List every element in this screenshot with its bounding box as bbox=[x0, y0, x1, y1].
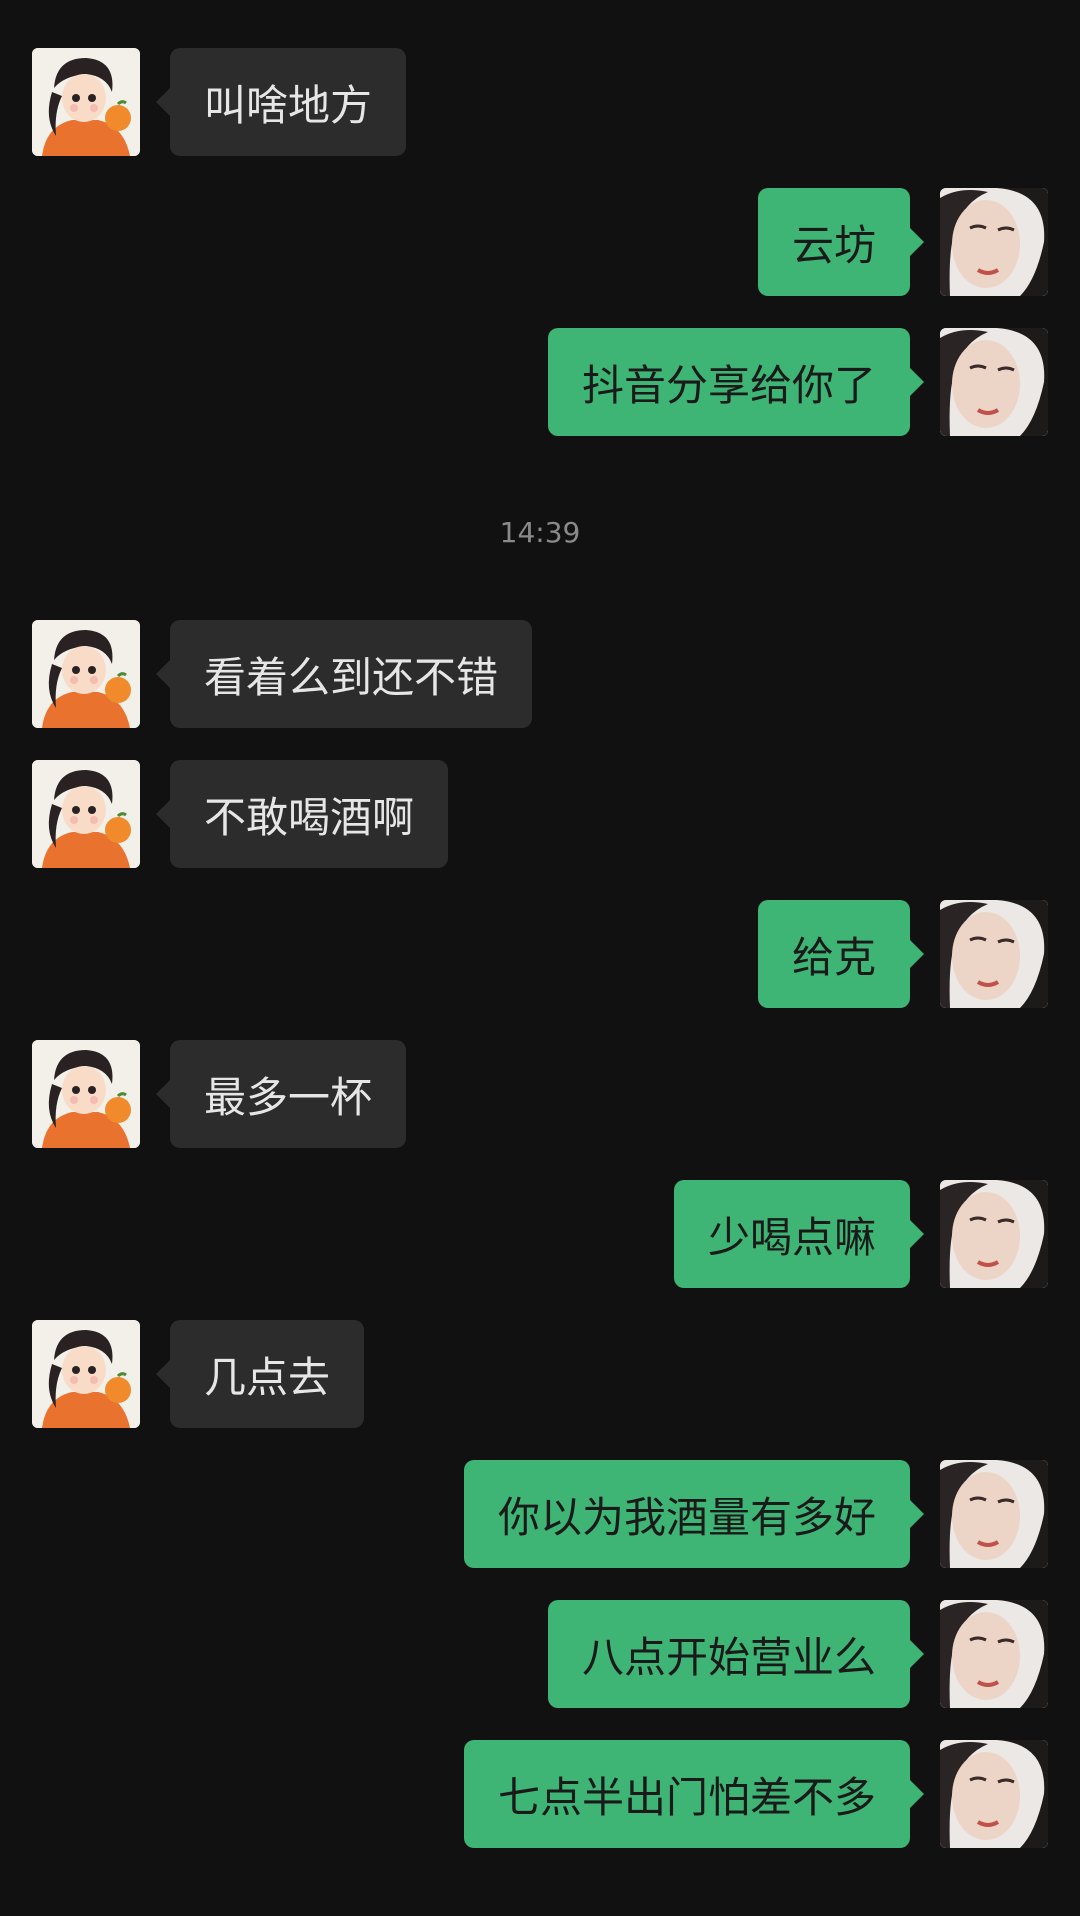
self-avatar-icon[interactable] bbox=[940, 1180, 1048, 1288]
message-bubble-outgoing[interactable]: 给克 bbox=[757, 900, 925, 1008]
message-text: 少喝点嘛 bbox=[707, 1212, 876, 1262]
message-row-incoming: 叫啥地方 bbox=[0, 48, 1080, 156]
contact-avatar-icon[interactable] bbox=[32, 620, 140, 728]
message-bubble-incoming[interactable]: 看着么到还不错 bbox=[155, 620, 533, 728]
message-text: 云坊 bbox=[791, 220, 876, 270]
self-avatar-icon[interactable] bbox=[940, 1460, 1048, 1568]
message-text: 看着么到还不错 bbox=[204, 652, 499, 702]
self-avatar-icon[interactable] bbox=[940, 188, 1048, 296]
message-row-outgoing: 给克 bbox=[0, 900, 1080, 1008]
chat-view[interactable]: 叫啥地方 云坊 抖音分享给你了 14:39 看着么到还不错 不敢喝酒啊 给克 最… bbox=[0, 0, 1080, 1916]
message-timestamp: 14:39 bbox=[499, 516, 581, 549]
message-row-outgoing: 你以为我酒量有多好 bbox=[0, 1460, 1080, 1568]
message-text: 不敢喝酒啊 bbox=[204, 792, 415, 842]
message-text: 八点开始营业么 bbox=[581, 1632, 876, 1682]
message-row-outgoing: 云坊 bbox=[0, 188, 1080, 296]
message-row-incoming: 最多一杯 bbox=[0, 1040, 1080, 1148]
self-avatar-icon[interactable] bbox=[940, 328, 1048, 436]
message-row-outgoing: 七点半出门怕差不多 bbox=[0, 1740, 1080, 1848]
message-text: 抖音分享给你了 bbox=[581, 360, 876, 410]
message-bubble-incoming[interactable]: 几点去 bbox=[155, 1320, 365, 1428]
contact-avatar-icon[interactable] bbox=[32, 1320, 140, 1428]
message-row-outgoing: 八点开始营业么 bbox=[0, 1600, 1080, 1708]
message-bubble-outgoing[interactable]: 八点开始营业么 bbox=[547, 1600, 925, 1708]
message-row-outgoing: 少喝点嘛 bbox=[0, 1180, 1080, 1288]
contact-avatar-icon[interactable] bbox=[32, 1040, 140, 1148]
message-text: 几点去 bbox=[204, 1352, 331, 1402]
self-avatar-icon[interactable] bbox=[940, 1600, 1048, 1708]
message-row-outgoing: 抖音分享给你了 bbox=[0, 328, 1080, 436]
message-text: 给克 bbox=[791, 932, 876, 982]
message-bubble-outgoing[interactable]: 云坊 bbox=[757, 188, 925, 296]
message-bubble-incoming[interactable]: 叫啥地方 bbox=[155, 48, 407, 156]
message-text: 你以为我酒量有多好 bbox=[497, 1492, 876, 1542]
contact-avatar-icon[interactable] bbox=[32, 760, 140, 868]
message-bubble-incoming[interactable]: 最多一杯 bbox=[155, 1040, 407, 1148]
contact-avatar-icon[interactable] bbox=[32, 48, 140, 156]
self-avatar-icon[interactable] bbox=[940, 1740, 1048, 1848]
message-bubble-outgoing[interactable]: 七点半出门怕差不多 bbox=[463, 1740, 925, 1848]
message-row-incoming: 看着么到还不错 bbox=[0, 620, 1080, 728]
message-text: 最多一杯 bbox=[204, 1072, 373, 1122]
message-row-incoming: 几点去 bbox=[0, 1320, 1080, 1428]
message-bubble-outgoing[interactable]: 少喝点嘛 bbox=[673, 1180, 925, 1288]
message-bubble-outgoing[interactable]: 你以为我酒量有多好 bbox=[463, 1460, 925, 1568]
message-bubble-incoming[interactable]: 不敢喝酒啊 bbox=[155, 760, 449, 868]
message-text: 叫啥地方 bbox=[204, 80, 373, 130]
message-row-incoming: 不敢喝酒啊 bbox=[0, 760, 1080, 868]
message-text: 七点半出门怕差不多 bbox=[497, 1772, 876, 1822]
message-bubble-outgoing[interactable]: 抖音分享给你了 bbox=[547, 328, 925, 436]
self-avatar-icon[interactable] bbox=[940, 900, 1048, 1008]
